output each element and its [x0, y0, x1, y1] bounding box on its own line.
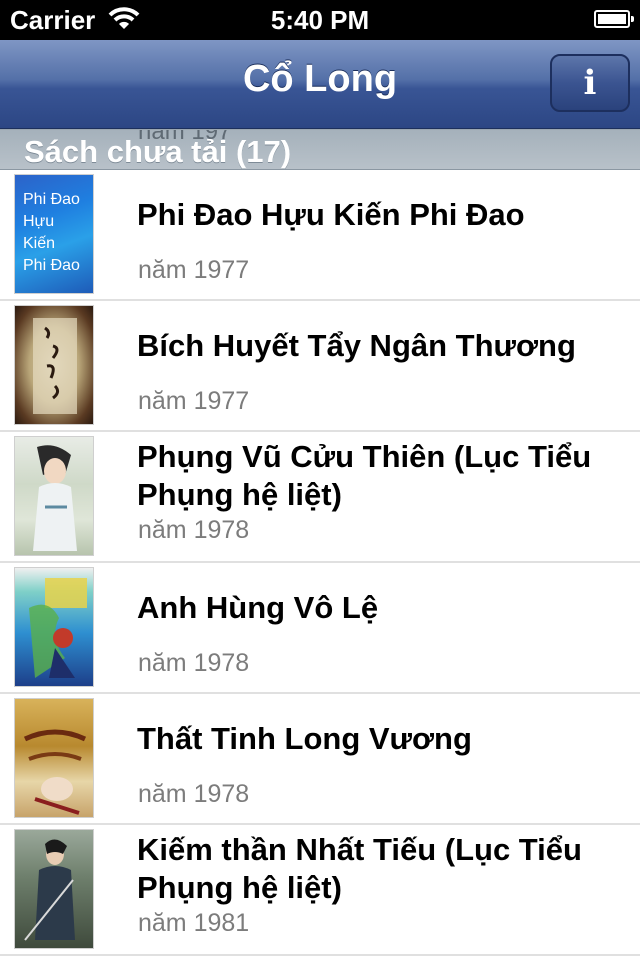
list-item[interactable]: Kiếm thần Nhất Tiếu (Lục Tiểu Phụng hệ l… [0, 825, 640, 956]
info-icon: i [583, 63, 597, 103]
book-title: Thất Tinh Long Vương [137, 721, 472, 756]
section-header-label: Sách chưa tải (17) [24, 134, 292, 169]
navigation-bar: Cổ Long i [0, 40, 640, 129]
battery-icon [594, 10, 634, 28]
list-item[interactable]: Phụng Vũ Cửu Thiên (Lục Tiểu Phụng hệ li… [0, 432, 640, 563]
section-header: năm 197 Sách chưa tải (17) [0, 129, 640, 170]
cover-text: Hựu [23, 213, 55, 230]
book-cover [14, 305, 94, 425]
book-list: Phi Đao Hựu Kiến Phi Đao Phi Đao Hựu Kiế… [0, 170, 640, 956]
info-button[interactable]: i [550, 54, 630, 112]
book-cover [14, 567, 94, 687]
nav-title: Cổ Long [242, 58, 398, 100]
book-cover [14, 436, 94, 556]
list-item[interactable]: Anh Hùng Vô Lệ năm 1978 [0, 563, 640, 694]
book-title: Bích Huyết Tẩy Ngân Thương [137, 328, 576, 363]
cover-text: Kiến [23, 235, 56, 252]
book-title: Anh Hùng Vô Lệ [137, 590, 379, 625]
cover-text: Phi Đao [23, 191, 80, 208]
book-year: năm 1981 [138, 909, 250, 937]
cover-text: Phi Đao [23, 257, 80, 274]
list-item[interactable]: Phi Đao Hựu Kiến Phi Đao Phi Đao Hựu Kiế… [0, 170, 640, 301]
book-title: Phi Đao Hựu Kiến Phi Đao [137, 197, 525, 232]
book-year: năm 1978 [138, 516, 250, 544]
list-item[interactable]: Thất Tinh Long Vương năm 1978 [0, 694, 640, 825]
book-cover [14, 698, 94, 818]
book-title: Phụng Vũ Cửu Thiên (Lục Tiểu Phụng hệ li… [137, 439, 592, 512]
book-cover: Phi Đao Hựu Kiến Phi Đao [14, 174, 94, 294]
status-bar: Carrier 5:40 PM [0, 0, 640, 40]
book-year: năm 1977 [138, 256, 250, 284]
clock: 5:40 PM [270, 5, 370, 35]
book-year: năm 1977 [138, 387, 250, 415]
list-item[interactable]: Bích Huyết Tẩy Ngân Thương năm 1977 [0, 301, 640, 432]
book-cover [14, 829, 94, 949]
book-year: năm 1978 [138, 780, 250, 808]
book-title: Kiếm thần Nhất Tiếu (Lục Tiểu Phụng hệ l… [137, 832, 582, 905]
book-year: năm 1978 [138, 649, 250, 677]
